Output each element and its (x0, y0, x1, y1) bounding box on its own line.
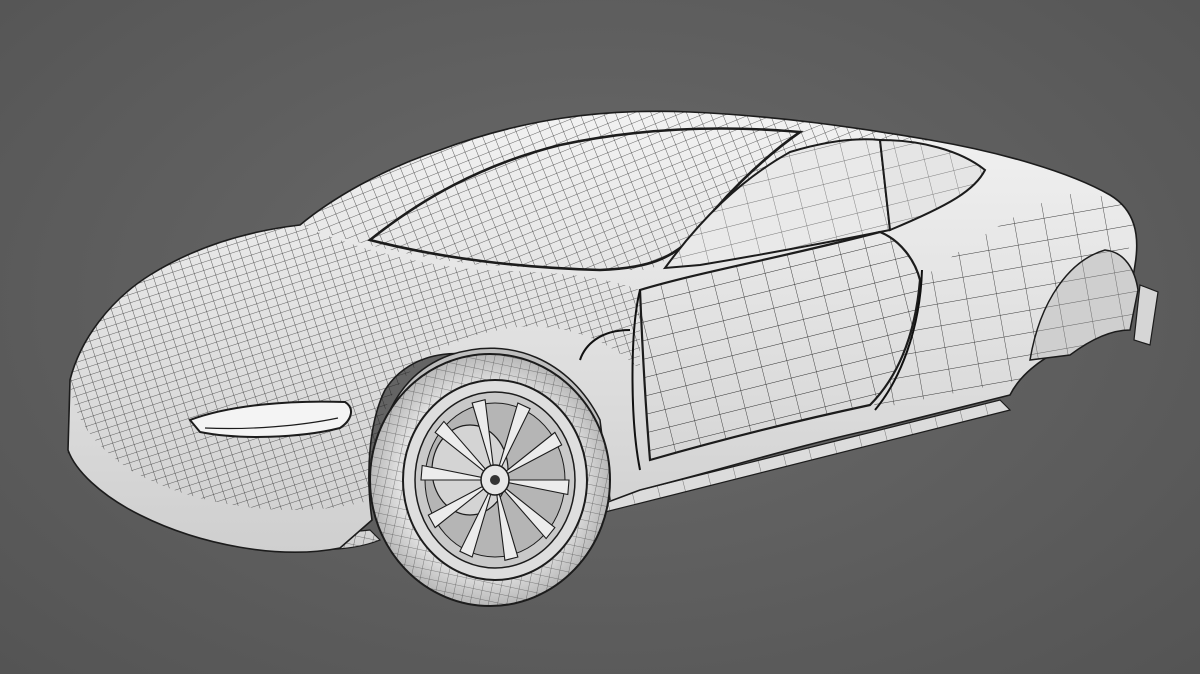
3d-viewport[interactable] (0, 0, 1200, 674)
front-wheel-rim (414, 391, 576, 569)
car-model-render (67, 110, 1159, 607)
center-cap (490, 475, 500, 485)
